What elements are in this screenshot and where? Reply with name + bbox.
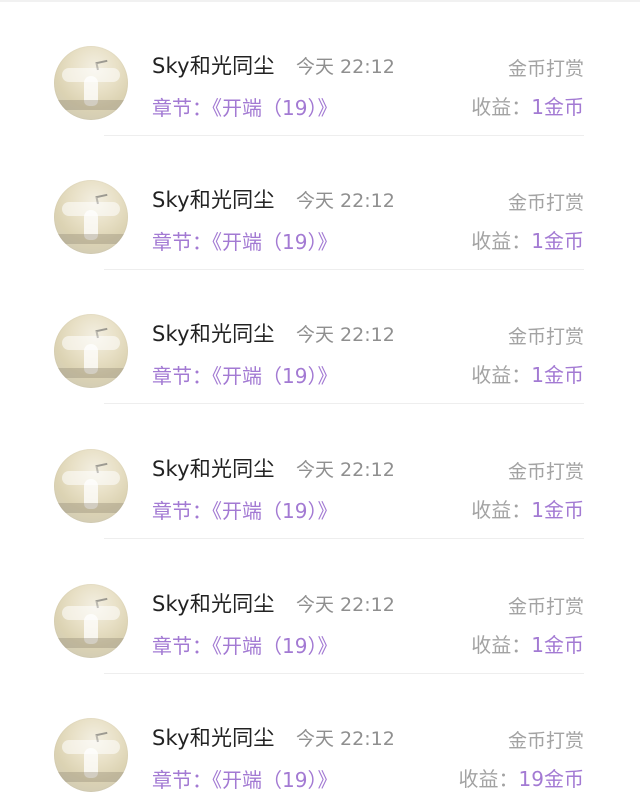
income-label: 收益： [458, 767, 519, 791]
income-info: 收益：1金币 [471, 494, 584, 523]
timestamp: 今天 22:12 [296, 594, 395, 616]
reward-type: 金币打赏 [507, 192, 584, 214]
chapter-label: 章节： [152, 634, 212, 658]
income-info: 收益：1金币 [471, 359, 584, 388]
income-amount: 1金币 [531, 95, 584, 119]
chapter-info[interactable]: 章节：《开端（19）》 [152, 226, 337, 255]
income-label: 收益： [471, 363, 532, 387]
chapter-title[interactable]: 《开端（19）》 [212, 634, 337, 658]
reward-type: 金币打赏 [507, 58, 584, 80]
income-info: 收益：1金币 [471, 225, 584, 254]
chapter-title[interactable]: 《开端（19）》 [212, 230, 337, 254]
income-label: 收益： [471, 633, 532, 657]
user-name[interactable]: Sky和光同尘 [152, 318, 275, 348]
chapter-label: 章节： [152, 96, 212, 120]
timestamp: 今天 22:12 [296, 190, 395, 212]
reward-type: 金币打赏 [507, 461, 584, 483]
chapter-title[interactable]: 《开端（19）》 [212, 364, 337, 388]
income-info: 收益：1金币 [471, 629, 584, 658]
ground-decoration [54, 503, 128, 513]
income-amount: 1金币 [531, 229, 584, 253]
ground-decoration [54, 638, 128, 648]
list-item[interactable]: Sky和光同尘 今天 22:12 金币打赏 章节：《开端（19）》 收益：1金币 [0, 2, 640, 136]
chapter-info[interactable]: 章节：《开端（19）》 [152, 92, 337, 121]
list-item[interactable]: Sky和光同尘 今天 22:12 金币打赏 章节：《开端（19）》 收益：1金币 [0, 405, 640, 539]
chapter-title[interactable]: 《开端（19）》 [212, 96, 337, 120]
ground-decoration [54, 772, 128, 782]
ground-decoration [54, 234, 128, 244]
chapter-info[interactable]: 章节：《开端（19）》 [152, 360, 337, 389]
chapter-label: 章节： [152, 768, 212, 792]
timestamp: 今天 22:12 [296, 324, 395, 346]
income-amount: 1金币 [531, 633, 584, 657]
avatar[interactable] [54, 314, 128, 388]
list-item[interactable]: Sky和光同尘 今天 22:12 金币打赏 章节：《开端（19）》 收益：19金… [0, 674, 640, 808]
timestamp: 今天 22:12 [296, 459, 395, 481]
reward-type: 金币打赏 [507, 596, 584, 618]
income-amount: 1金币 [531, 498, 584, 522]
reward-type: 金币打赏 [507, 730, 584, 752]
timestamp: 今天 22:12 [296, 728, 395, 750]
chapter-title[interactable]: 《开端（19）》 [212, 499, 337, 523]
list-item[interactable]: Sky和光同尘 今天 22:12 金币打赏 章节：《开端（19）》 收益：1金币 [0, 540, 640, 674]
income-label: 收益： [471, 229, 532, 253]
chapter-info[interactable]: 章节：《开端（19）》 [152, 495, 337, 524]
chapter-info[interactable]: 章节：《开端（19）》 [152, 630, 337, 659]
reward-type: 金币打赏 [507, 326, 584, 348]
user-name[interactable]: Sky和光同尘 [152, 184, 275, 214]
avatar[interactable] [54, 718, 128, 792]
chapter-info[interactable]: 章节：《开端（19）》 [152, 764, 337, 793]
user-name[interactable]: Sky和光同尘 [152, 453, 275, 483]
timestamp: 今天 22:12 [296, 56, 395, 78]
income-info: 收益：19金币 [459, 763, 584, 792]
avatar[interactable] [54, 46, 128, 120]
chapter-title[interactable]: 《开端（19）》 [212, 768, 337, 792]
avatar[interactable] [54, 584, 128, 658]
reward-list: Sky和光同尘 今天 22:12 金币打赏 章节：《开端（19）》 收益：1金币… [0, 0, 640, 806]
avatar[interactable] [54, 449, 128, 523]
row-divider [104, 403, 584, 404]
avatar[interactable] [54, 180, 128, 254]
list-item[interactable]: Sky和光同尘 今天 22:12 金币打赏 章节：《开端（19）》 收益：1金币 [0, 136, 640, 270]
income-amount: 19金币 [518, 767, 584, 791]
user-name[interactable]: Sky和光同尘 [152, 588, 275, 618]
income-info: 收益：1金币 [471, 91, 584, 120]
chapter-label: 章节： [152, 230, 212, 254]
income-label: 收益： [471, 498, 532, 522]
user-name[interactable]: Sky和光同尘 [152, 50, 275, 80]
list-item[interactable]: Sky和光同尘 今天 22:12 金币打赏 章节：《开端（19）》 收益：1金币 [0, 270, 640, 404]
row-divider [104, 538, 584, 539]
income-label: 收益： [471, 95, 532, 119]
ground-decoration [54, 368, 128, 378]
chapter-label: 章节： [152, 499, 212, 523]
chapter-label: 章节： [152, 364, 212, 388]
ground-decoration [54, 100, 128, 110]
user-name[interactable]: Sky和光同尘 [152, 722, 275, 752]
income-amount: 1金币 [531, 363, 584, 387]
